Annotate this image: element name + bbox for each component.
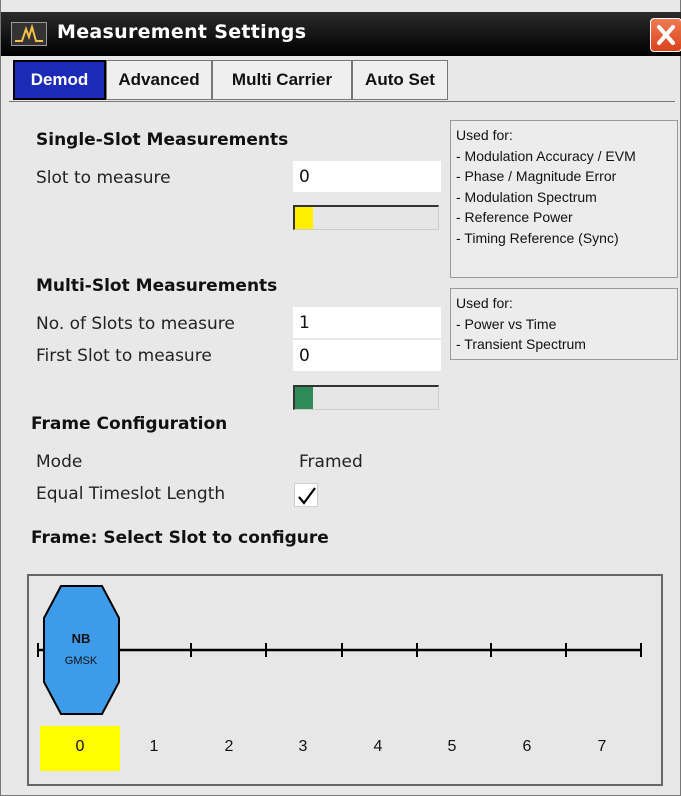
slot-number-5[interactable]: 5 (437, 738, 467, 756)
slot-number-4[interactable]: 4 (363, 738, 393, 756)
slot-number-3[interactable]: 3 (288, 738, 318, 756)
frame-timeline: NB GMSK (37, 585, 642, 715)
slot-number-0[interactable]: 0 (65, 738, 95, 756)
slot-0-burst[interactable] (43, 585, 120, 715)
slot-number-1[interactable]: 1 (139, 738, 169, 756)
burst-modulation-label: GMSK (65, 655, 98, 667)
measurement-settings-dialog: Measurement Settings Demod Advanced Mult… (0, 0, 681, 796)
slot-number-2[interactable]: 2 (214, 738, 244, 756)
burst-type-label: NB (72, 631, 91, 646)
slot-number-7[interactable]: 7 (587, 738, 617, 756)
slot-number-6[interactable]: 6 (512, 738, 542, 756)
